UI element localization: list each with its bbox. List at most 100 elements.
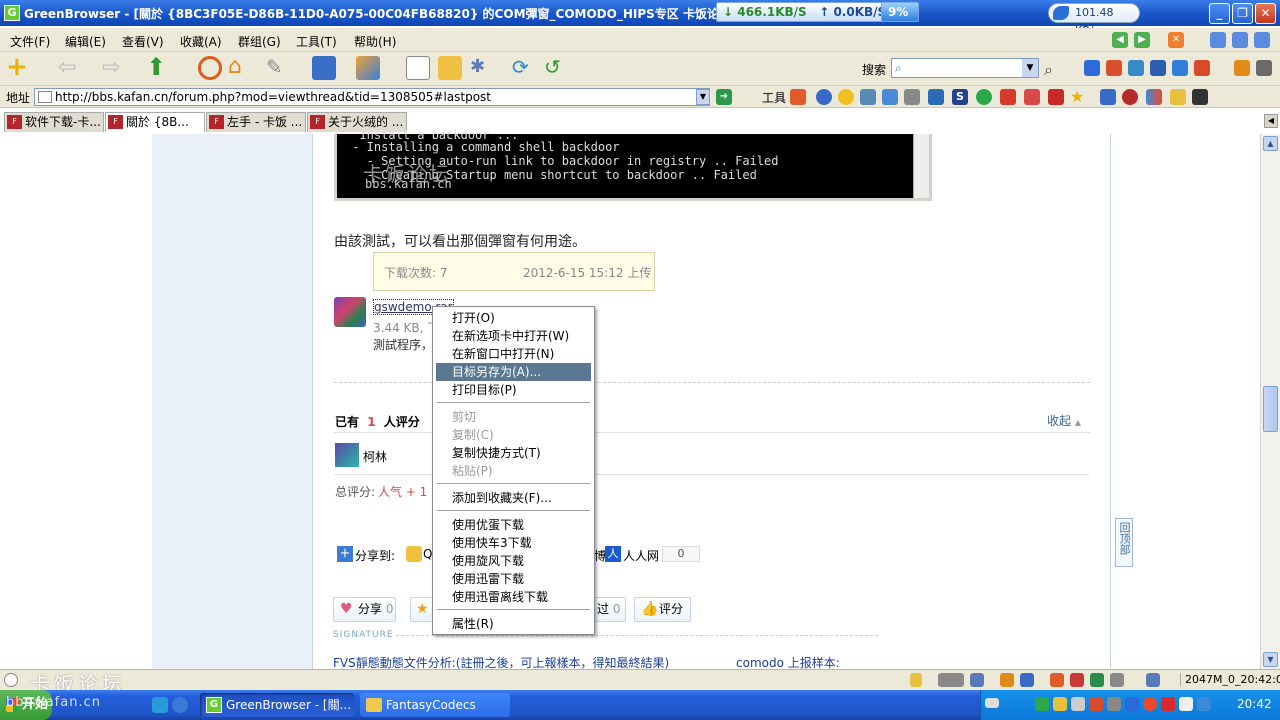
tray-d-icon[interactable]: [1089, 697, 1103, 711]
status-home-icon[interactable]: [1050, 673, 1064, 687]
screen-icon[interactable]: [1192, 89, 1208, 105]
url-field[interactable]: http://bbs.kafan.cn/forum.php?mod=viewth…: [34, 88, 710, 106]
keyboard-icon[interactable]: [985, 698, 999, 708]
task-fantasycodecs[interactable]: FantasyCodecs: [360, 693, 510, 717]
menu-open-new-tab[interactable]: 在新选项卡中打开(W): [436, 327, 591, 345]
menu-download-xuanfeng[interactable]: 使用旋风下载: [436, 552, 591, 570]
refresh-icon[interactable]: ⟳: [512, 56, 536, 80]
vertical-scrollbar[interactable]: ▲ ▼: [1260, 134, 1280, 669]
menu-print-target[interactable]: 打印目标(P): [436, 381, 591, 399]
bird-link-icon[interactable]: [1128, 60, 1144, 76]
forward-small-icon[interactable]: ▶: [1134, 32, 1150, 48]
chart-icon[interactable]: [1146, 89, 1162, 105]
stop-icon[interactable]: [198, 56, 222, 80]
menu-download-thunder[interactable]: 使用迅雷下载: [436, 570, 591, 588]
moon-icon[interactable]: [816, 89, 832, 105]
task-greenbrowser[interactable]: G GreenBrowser - [關...: [200, 693, 354, 717]
menu-tools[interactable]: 工具(T): [296, 33, 337, 50]
title-bar[interactable]: G GreenBrowser - [關於 {8BC3F05E-D86B-11D0…: [0, 0, 1280, 37]
close-button[interactable]: ✕: [1255, 3, 1276, 24]
menu-open[interactable]: 打开(O): [436, 309, 591, 327]
new-tab-icon[interactable]: +: [6, 54, 30, 80]
menu-download-thunder-offline[interactable]: 使用迅雷离线下载: [436, 588, 591, 606]
window-icon[interactable]: [356, 56, 380, 80]
speaker-icon[interactable]: [1179, 697, 1193, 711]
home-icon[interactable]: ⌂: [228, 56, 252, 80]
tray-h-icon[interactable]: [1161, 697, 1175, 711]
proxy-icon[interactable]: [1100, 89, 1116, 105]
tab-software[interactable]: F 软件下载-卡...: [4, 112, 104, 132]
menu-download-flashget[interactable]: 使用快车3下载: [436, 534, 591, 552]
menu-edit[interactable]: 编辑(E): [65, 33, 106, 50]
collapse-link[interactable]: 收起 ▲: [1047, 412, 1081, 429]
menu-groups[interactable]: 群组(G): [238, 33, 281, 50]
record-icon[interactable]: [1122, 89, 1138, 105]
globe-icon[interactable]: [976, 89, 992, 105]
edit-icon[interactable]: [1234, 60, 1250, 76]
sun-icon[interactable]: [838, 89, 854, 105]
tray-c-icon[interactable]: [1071, 697, 1085, 711]
image-block-icon[interactable]: [1024, 89, 1040, 105]
status-g-icon[interactable]: [1146, 673, 1160, 687]
close-all-icon[interactable]: [1048, 89, 1064, 105]
share-button[interactable]: ♥ 分享 0: [333, 597, 396, 622]
search-input[interactable]: ⌕ ▼: [891, 58, 1039, 78]
collect-icon[interactable]: [1170, 89, 1186, 105]
ie-icon[interactable]: [172, 697, 188, 713]
status-note-icon[interactable]: [910, 673, 922, 687]
rater-name[interactable]: 柯林: [363, 448, 387, 465]
save-icon[interactable]: [312, 56, 336, 80]
share-renren-label[interactable]: 人人网: [623, 547, 659, 564]
rater-avatar[interactable]: [335, 443, 359, 467]
back-icon[interactable]: ⇦: [58, 56, 82, 80]
scroll-down-icon[interactable]: ▼: [1263, 652, 1278, 667]
tools-wrench-icon[interactable]: ✎: [266, 56, 290, 80]
menu-open-new-window[interactable]: 在新窗口中打开(N): [436, 345, 591, 363]
minimize-button[interactable]: _: [1209, 3, 1230, 24]
tray-f-icon[interactable]: [1125, 697, 1139, 711]
quicklaunch-a-icon[interactable]: [152, 697, 168, 713]
up-icon[interactable]: ⬆: [146, 55, 170, 80]
tile-icon[interactable]: [1210, 32, 1226, 48]
qzone-icon[interactable]: [406, 546, 422, 562]
menu-view[interactable]: 查看(V): [122, 33, 164, 50]
tab-scroll-icon[interactable]: ◀: [1264, 114, 1278, 128]
paw-icon[interactable]: [1084, 60, 1100, 76]
status-b-icon[interactable]: [1000, 673, 1014, 687]
folder-icon[interactable]: [438, 56, 462, 80]
status-c-icon[interactable]: [1020, 673, 1034, 687]
status-d-icon[interactable]: [1070, 673, 1084, 687]
block-icon[interactable]: [1000, 89, 1016, 105]
favorite-button[interactable]: ★: [410, 597, 434, 622]
renren-icon[interactable]: 人: [605, 546, 621, 562]
tab-current[interactable]: F 關於 {8B...: [105, 112, 205, 132]
forward-icon[interactable]: ⇨: [102, 56, 126, 80]
flash-icon[interactable]: [790, 89, 806, 105]
menu-favorites[interactable]: 收藏(A): [180, 33, 222, 50]
status-f-icon[interactable]: [1110, 673, 1124, 687]
tray-a-icon[interactable]: [1035, 697, 1049, 711]
sidebar-icon[interactable]: [406, 56, 430, 80]
go-icon[interactable]: ➜: [716, 89, 732, 105]
filter-icon[interactable]: [938, 673, 964, 687]
menu-download-youdan[interactable]: 使用优蛋下载: [436, 516, 591, 534]
search-dropdown-icon[interactable]: ▼: [1022, 59, 1038, 77]
scroll-thumb[interactable]: [1263, 386, 1278, 432]
restore-button[interactable]: ❐: [1232, 3, 1253, 24]
menu-properties[interactable]: 属性(R): [436, 615, 591, 633]
status-e-icon[interactable]: [1090, 673, 1104, 687]
google-icon[interactable]: [1106, 60, 1122, 76]
status-a-icon[interactable]: [970, 673, 984, 687]
close-tab-icon[interactable]: ✕: [1168, 32, 1184, 48]
game-icon[interactable]: [1194, 60, 1210, 76]
tab-left-hand[interactable]: F 左手 - 卡饭 ...: [206, 112, 306, 132]
maximize-icon[interactable]: [1254, 32, 1270, 48]
tray-g-icon[interactable]: [1143, 697, 1157, 711]
menu-add-favorites[interactable]: 添加到收藏夹(F)...: [436, 489, 591, 507]
music-icon[interactable]: [1172, 60, 1188, 76]
menu-file[interactable]: 文件(F): [10, 33, 50, 50]
send-icon[interactable]: [882, 89, 898, 105]
shield-icon[interactable]: [1197, 697, 1211, 711]
star-icon[interactable]: ★: [1070, 89, 1086, 105]
undo-icon[interactable]: ↺: [544, 56, 568, 80]
